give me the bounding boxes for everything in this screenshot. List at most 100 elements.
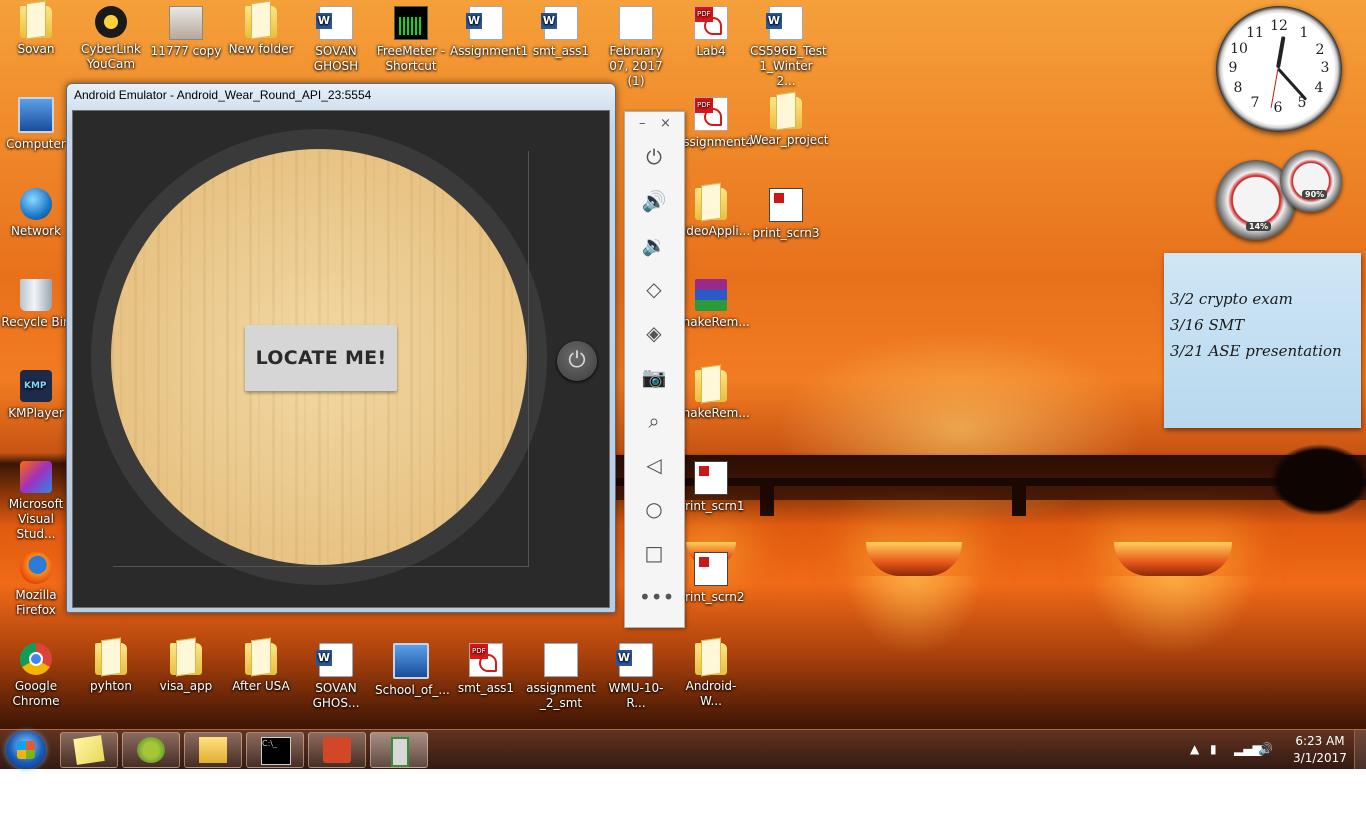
clock-number: 9 bbox=[1228, 60, 1238, 76]
desktop-icon-label: Computer bbox=[6, 137, 66, 151]
desktop-icon-assignment4[interactable]: Assignment4 bbox=[675, 91, 753, 150]
desktop-icon-cyberlink-youcam[interactable]: CyberLink YouCam bbox=[75, 0, 147, 72]
show-hidden-icons-icon[interactable]: ▲ bbox=[1190, 742, 1199, 756]
sticky-notes-icon bbox=[73, 735, 105, 765]
overview-icon[interactable]: □ bbox=[639, 538, 669, 568]
desktop-icon-after-usa[interactable]: After USA bbox=[225, 637, 297, 694]
desktop-icon-label: SOVAN GHOS... bbox=[312, 681, 360, 710]
clock-number: 11 bbox=[1246, 25, 1264, 41]
taskbar-command-prompt[interactable]: C:\_ bbox=[246, 732, 304, 768]
desktop-icon-new-folder[interactable]: New folder bbox=[225, 0, 297, 57]
pdf-icon bbox=[694, 97, 728, 131]
desktop-icon-wear-project[interactable]: Wear_project bbox=[750, 91, 828, 148]
power-icon[interactable]: ⏻ bbox=[639, 142, 669, 172]
desktop-icon-label: Wear_project bbox=[750, 133, 829, 147]
desktop-icon-android-w[interactable]: Android-W... bbox=[675, 637, 747, 709]
desktop-icon-label: Google Chrome bbox=[12, 679, 60, 708]
minimize-button[interactable]: – bbox=[639, 116, 646, 131]
desktop-icon-assignment1[interactable]: Assignment1 bbox=[450, 0, 528, 59]
desktop-icon-school-of[interactable]: School_of_... bbox=[375, 637, 450, 698]
desktop-icon-label: February 07, 2017 (1) bbox=[609, 44, 663, 88]
desktop-icon-firefox[interactable]: Mozilla Firefox bbox=[0, 546, 72, 618]
volume-up-icon[interactable]: 🔊 bbox=[639, 186, 669, 216]
close-button[interactable]: × bbox=[660, 116, 671, 131]
clock-number: 1 bbox=[1299, 25, 1309, 41]
desktop-icon-label: assignment _2_smt bbox=[526, 681, 596, 710]
taskbar-android-studio[interactable] bbox=[122, 732, 180, 768]
show-desktop-button[interactable] bbox=[1354, 730, 1366, 769]
desktop-icon-recycle-bin[interactable]: Recycle Bin bbox=[0, 273, 72, 330]
firefox-icon bbox=[20, 552, 52, 584]
freemeter-icon bbox=[394, 6, 428, 40]
desktop-icon-wmu-10-r[interactable]: WMU-10-R... bbox=[600, 637, 672, 711]
desktop-icon-network[interactable]: Network bbox=[0, 182, 72, 239]
wallpaper-lamp bbox=[866, 542, 962, 576]
desktop-icon-kmplayer[interactable]: KMPlayer bbox=[0, 364, 72, 421]
desktop-icon-print-scrn2[interactable]: print_scrn2 bbox=[675, 546, 747, 605]
taskbar-date[interactable]: 3/1/2017 bbox=[1290, 751, 1350, 765]
desktop-icon-label: School_of_... bbox=[375, 683, 450, 697]
desktop-icon-11777-copy[interactable]: 11777 copy bbox=[150, 0, 222, 59]
desktop-icon-lab4[interactable]: Lab4 bbox=[675, 0, 747, 59]
word-document-icon bbox=[616, 643, 653, 677]
desktop-icon-computer[interactable]: Computer bbox=[0, 91, 72, 152]
desktop-icon-february-07[interactable]: February 07, 2017 (1) bbox=[600, 0, 672, 89]
desktop-icon-label: New folder bbox=[228, 42, 294, 56]
desktop-icon-freemeter[interactable]: FreeMeter - Shortcut bbox=[375, 0, 447, 74]
rotate-left-icon[interactable]: ◇ bbox=[639, 274, 669, 304]
desktop-icon-assignment-2-smt[interactable]: assignment _2_smt bbox=[525, 637, 597, 711]
folder-icon bbox=[695, 643, 727, 675]
desktop-icon-google-chrome[interactable]: Google Chrome bbox=[0, 637, 72, 709]
desktop-icon-snakerem-archive[interactable]: SnakeRem... bbox=[675, 273, 750, 330]
back-icon[interactable]: ◁ bbox=[639, 450, 669, 480]
desktop-icon-label: Recycle Bin bbox=[1, 315, 71, 329]
volume-down-icon[interactable]: 🔉 bbox=[639, 230, 669, 260]
taskbar-emulator[interactable] bbox=[370, 732, 428, 768]
sticky-note[interactable]: 3/2 crypto exam 3/16 SMT 3/21 ASE presen… bbox=[1164, 253, 1361, 428]
cpu-meter-gadget[interactable]: 14% 90% bbox=[1216, 150, 1344, 242]
taskbar-sticky-notes[interactable] bbox=[60, 732, 118, 768]
locate-me-button[interactable]: LOCATE ME! bbox=[245, 325, 397, 391]
desktop-icon-label: Sovan bbox=[17, 42, 55, 56]
desktop-icon-label: Assignment4 bbox=[675, 135, 754, 149]
more-icon[interactable]: ••• bbox=[639, 582, 674, 612]
desktop-icon-pyhton[interactable]: pyhton bbox=[75, 637, 147, 694]
word-document-icon bbox=[466, 6, 503, 40]
desktop-icon-sovan[interactable]: Sovan bbox=[0, 0, 72, 57]
taskbar-powerpoint[interactable] bbox=[308, 732, 366, 768]
taskbar-time[interactable]: 6:23 AM bbox=[1290, 734, 1350, 748]
desktop-icon-videoappli[interactable]: VideoAppli... bbox=[675, 182, 750, 239]
home-icon[interactable]: ○ bbox=[639, 494, 669, 524]
desktop-icon-sovan-ghosh[interactable]: SOVAN GHOSH bbox=[300, 0, 372, 74]
clock-number: 4 bbox=[1314, 80, 1324, 96]
desktop-icon-snakerem-folder[interactable]: SnakeRem... bbox=[675, 364, 750, 421]
desktop-icon-smt-ass1[interactable]: smt_ass1 bbox=[525, 0, 597, 59]
desktop-icon-smt-ass1-pdf[interactable]: smt_ass1 bbox=[450, 637, 522, 696]
desktop-icon-label: WMU-10-R... bbox=[608, 681, 664, 710]
taskbar-file-explorer[interactable] bbox=[184, 732, 242, 768]
desktop-icon-cs596b-test[interactable]: CS596B_Test 1_Winter 2... bbox=[750, 0, 827, 89]
folder-icon bbox=[770, 97, 802, 129]
camera-icon[interactable]: 📷 bbox=[639, 362, 669, 392]
watch-power-button[interactable]: ⏻ bbox=[557, 341, 597, 381]
desktop-icon-visual-studio[interactable]: Microsoft Visual Stud... bbox=[0, 455, 72, 542]
desktop-icon-label: Network bbox=[10, 224, 62, 238]
clock-gadget[interactable]: 12 1 2 3 4 5 6 7 8 9 10 11 bbox=[1216, 6, 1342, 132]
desktop-icon-print-scrn3[interactable]: print_scrn3 bbox=[750, 182, 822, 241]
note-line: 3/21 ASE presentation bbox=[1170, 342, 1342, 360]
emulator-screen-area[interactable]: LOCATE ME! ⏻ bbox=[72, 110, 610, 608]
folder-icon bbox=[245, 643, 277, 675]
desktop-icon-sovan-ghos[interactable]: SOVAN GHOS... bbox=[300, 637, 372, 711]
start-button[interactable] bbox=[6, 731, 46, 769]
zoom-icon[interactable]: ⌕ bbox=[639, 406, 669, 436]
folder-icon bbox=[695, 370, 727, 402]
rotate-right-icon[interactable]: ◈ bbox=[639, 318, 669, 348]
volume-icon[interactable]: 🔊 bbox=[1258, 742, 1273, 756]
emulator-window[interactable]: Android Emulator - Android_Wear_Round_AP… bbox=[66, 83, 616, 613]
note-line: 3/16 SMT bbox=[1170, 316, 1245, 334]
desktop-icon-visa-app[interactable]: visa_app bbox=[150, 637, 222, 694]
desktop-icon-print-scrn1[interactable]: print_scrn1 bbox=[675, 455, 747, 514]
user-folder-icon bbox=[20, 6, 52, 38]
desktop-icon-label: visa_app bbox=[159, 679, 213, 693]
power-plug-icon[interactable]: ▮ bbox=[1210, 742, 1217, 756]
